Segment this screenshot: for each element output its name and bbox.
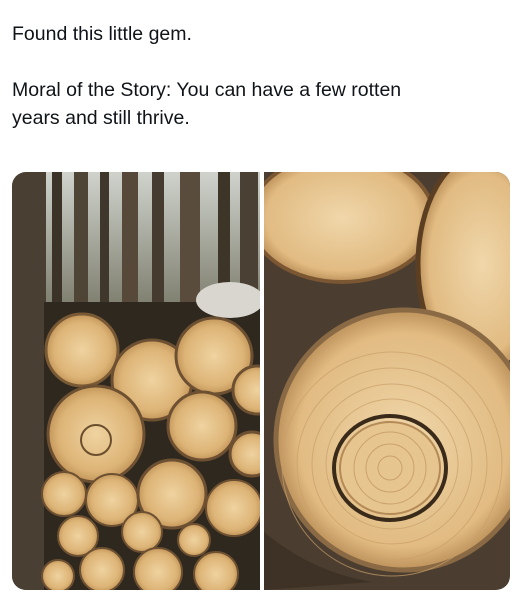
tweet-post: Found this little gem. Moral of the Stor… <box>0 0 522 600</box>
left-photo-log-pile <box>12 172 260 590</box>
right-photo-log-closeup <box>264 172 510 590</box>
tweet-line-1: Found this little gem. <box>12 23 192 45</box>
tweet-text: Found this little gem. Moral of the Stor… <box>12 20 512 132</box>
tweet-line-2: Moral of the Story: You can have a few r… <box>12 79 402 101</box>
tweet-media-collage[interactable] <box>12 172 510 590</box>
log-photo-collage <box>12 172 510 590</box>
tweet-line-3: years and still thrive. <box>12 107 190 129</box>
